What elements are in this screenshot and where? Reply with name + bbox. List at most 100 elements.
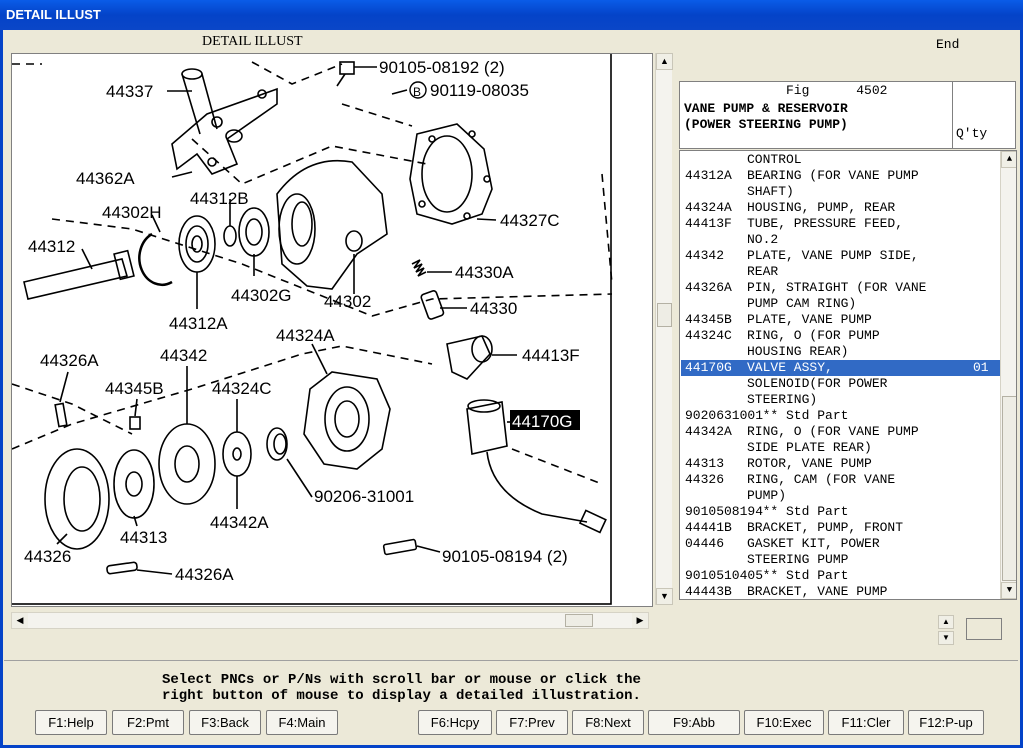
f3-back-button[interactable]: F3:Back (189, 710, 261, 735)
parts-list-row[interactable]: SIDE PLATE REAR) (681, 440, 1001, 456)
parts-list-row[interactable]: 44324C RING, O (FOR PUMP (681, 328, 1001, 344)
qty-divider (952, 82, 953, 148)
end-label: End (936, 37, 960, 52)
parts-list-row[interactable]: 44342A RING, O (FOR VANE PUMP (681, 424, 1001, 440)
parts-list-row[interactable]: 44326A PIN, STRAIGHT (FOR VANE (681, 280, 1001, 296)
part-pnc: 44324A (685, 200, 732, 215)
parts-list[interactable]: CONTROL 44312A BEARING (FOR VANE PUMP SHAFT… (679, 150, 1017, 600)
scroll-right-arrow-icon[interactable]: ▶ (632, 613, 648, 628)
parts-list-row[interactable]: 44342 PLATE, VANE PUMP SIDE, (681, 248, 1001, 264)
spin-up-icon[interactable]: ▲ (938, 615, 954, 629)
parts-list-row[interactable]: REAR (681, 264, 1001, 280)
part-description: VALVE ASSY, (747, 360, 833, 375)
part-description: SHAFT) (747, 184, 794, 199)
qty-field[interactable] (966, 618, 1002, 640)
part-pnc: 44312A (685, 168, 732, 183)
parts-list-row[interactable]: HOUSING REAR) (681, 344, 1001, 360)
scroll-left-arrow-icon[interactable]: ◀ (12, 613, 28, 628)
callout: 90119-08035 (430, 81, 529, 100)
parts-list-row[interactable]: 44313 ROTOR, VANE PUMP (681, 456, 1001, 472)
part-description: BEARING (FOR VANE PUMP (747, 168, 919, 183)
f8-next-button[interactable]: F8:Next (572, 710, 644, 735)
callout: 44342 (160, 346, 207, 365)
part-description: ** Std Part (747, 408, 849, 423)
parts-list-vscroll[interactable]: ▲ ▼ (1000, 151, 1016, 599)
callout: 44342A (210, 513, 269, 532)
spin-down-icon[interactable]: ▼ (938, 631, 954, 645)
part-description: PLATE, VANE PUMP (747, 312, 872, 327)
part-pnc: 44313 (685, 456, 725, 471)
callout: 44324C (212, 379, 272, 398)
callout: 44302G (231, 286, 292, 305)
parts-list-row[interactable]: CONTROL (681, 152, 1001, 168)
illustration-vscroll-thumb[interactable] (657, 303, 672, 327)
diagram-callouts: 90105-08192 (2) B 90119-08035 44337 4436… (24, 58, 580, 584)
illustration-canvas[interactable]: 90105-08192 (2) B 90119-08035 44337 4436… (11, 53, 653, 607)
illustration-vscroll[interactable]: ▲ ▼ (655, 53, 673, 605)
qty-spinner[interactable]: ▲ ▼ (938, 615, 956, 645)
fig-number: 4502 (856, 83, 888, 98)
part-description: HOUSING REAR) (747, 344, 849, 359)
part-pnc: 44342A (685, 424, 732, 439)
scroll-up-arrow-icon[interactable]: ▲ (656, 53, 673, 70)
part-description: ROTOR, VANE PUMP (747, 456, 872, 471)
f12-pup-button[interactable]: F12:P-up (908, 710, 984, 735)
parts-list-row[interactable]: 9010508194 ** Std Part (681, 504, 1001, 520)
callout: 44324A (276, 326, 335, 345)
figure-header: Fig 4502 VANE PUMP & RESERVOIR (POWER ST… (679, 81, 1016, 149)
parts-list-row[interactable]: 44413F TUBE, PRESSURE FEED, (681, 216, 1001, 232)
part-description: BRACKET, VANE PUMP (747, 584, 888, 599)
parts-list-row[interactable]: NO.2 (681, 232, 1001, 248)
illustration-hscroll[interactable]: ◀ ▶ (11, 612, 649, 629)
callout: 44326A (40, 351, 99, 370)
parts-list-row[interactable]: 44441B BRACKET, PUMP, FRONT (681, 520, 1001, 536)
part-description: REAR (747, 264, 779, 279)
scroll-down-arrow-icon[interactable]: ▼ (656, 588, 673, 605)
part-description: NO.2 (747, 232, 779, 247)
f6-hcpy-button[interactable]: F6:Hcpy (418, 710, 492, 735)
parts-list-row[interactable]: PUMP) (681, 488, 1001, 504)
parts-list-row[interactable]: SHAFT) (681, 184, 1001, 200)
part-pnc: 44443B (685, 584, 732, 599)
part-description: STEERING PUMP (747, 552, 849, 567)
parts-list-row[interactable]: 44170G VALVE ASSY, 01 (681, 360, 1001, 376)
parts-list-row[interactable]: STEERING) (681, 392, 1001, 408)
scroll-down-arrow-icon[interactable]: ▼ (1001, 582, 1016, 599)
part-pnc: 44345B (685, 312, 732, 327)
callout: 44326 (24, 547, 71, 566)
parts-list-row[interactable]: 44326 RING, CAM (FOR VANE (681, 472, 1001, 488)
figure-description: VANE PUMP & RESERVOIR (POWER STEERING PU… (684, 101, 848, 133)
part-description: RING, O (FOR PUMP (747, 328, 880, 343)
title-bar[interactable]: DETAIL ILLUST (0, 0, 1023, 30)
f10-exec-button[interactable]: F10:Exec (744, 710, 824, 735)
illustration-hscroll-thumb[interactable] (565, 614, 593, 627)
window-title: DETAIL ILLUST (6, 7, 101, 22)
parts-list-row[interactable]: 9020631001 ** Std Part (681, 408, 1001, 424)
f2-pmt-button[interactable]: F2:Pmt (112, 710, 184, 735)
parts-list-row[interactable]: 04446 GASKET KIT, POWER (681, 536, 1001, 552)
figure-number: Fig 4502 (786, 83, 887, 98)
exploded-parts-diagram[interactable]: 90105-08192 (2) B 90119-08035 44337 4436… (12, 54, 652, 606)
parts-list-row[interactable]: 9010510405 ** Std Part (681, 568, 1001, 584)
f1-help-button[interactable]: F1:Help (35, 710, 107, 735)
callout: B (413, 85, 421, 99)
f4-main-button[interactable]: F4:Main (266, 710, 338, 735)
callout: 44330A (455, 263, 514, 282)
parts-list-row[interactable]: SOLENOID(FOR POWER (681, 376, 1001, 392)
parts-list-row[interactable]: STEERING PUMP (681, 552, 1001, 568)
fig-desc-line2: (POWER STEERING PUMP) (684, 117, 848, 132)
callout: 44327C (500, 211, 560, 230)
f7-prev-button[interactable]: F7:Prev (496, 710, 568, 735)
part-description: PUMP CAM RING) (747, 296, 857, 311)
scroll-up-arrow-icon[interactable]: ▲ (1001, 151, 1016, 168)
f9-abb-button[interactable]: F9:Abb (648, 710, 740, 735)
parts-list-vscroll-thumb[interactable] (1002, 396, 1016, 581)
parts-list-row[interactable]: PUMP CAM RING) (681, 296, 1001, 312)
parts-list-row[interactable]: 44345B PLATE, VANE PUMP (681, 312, 1001, 328)
f11-cler-button[interactable]: F11:Cler (828, 710, 904, 735)
parts-list-row[interactable]: 44443B BRACKET, VANE PUMP (681, 584, 1001, 599)
callout: 44312A (169, 314, 228, 333)
parts-list-row[interactable]: 44324A HOUSING, PUMP, REAR (681, 200, 1001, 216)
parts-list-row[interactable]: 44312A BEARING (FOR VANE PUMP (681, 168, 1001, 184)
callout: 90105-08194 (2) (442, 547, 568, 566)
